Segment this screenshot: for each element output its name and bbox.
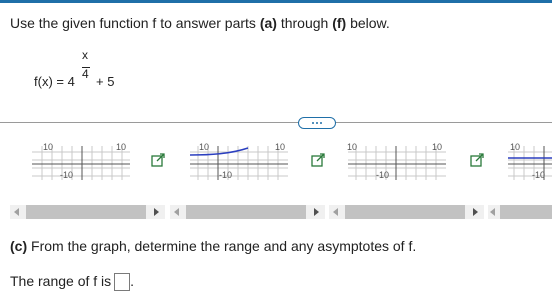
- instructions-text-end: below.: [346, 15, 390, 31]
- scrollbar-thumb[interactable]: [26, 205, 146, 219]
- graph-d-scrollbar[interactable]: [488, 205, 552, 219]
- show-more-button[interactable]: [298, 117, 336, 129]
- scrollbar-thumb[interactable]: [345, 205, 465, 219]
- ellipsis-icon: [312, 122, 314, 124]
- scroll-right-arrow-icon[interactable]: [314, 208, 319, 216]
- part-c-label: (c): [10, 238, 28, 254]
- function-lhs: f(x) = 4: [34, 74, 75, 89]
- scrollbar-thumb[interactable]: [186, 205, 306, 219]
- graph-a-tick-bottom: -10: [60, 170, 74, 180]
- range-answer-input[interactable]: [114, 273, 131, 291]
- expand-icon: [470, 153, 484, 167]
- scrollbar-thumb[interactable]: [500, 205, 552, 219]
- part-a-label: (a): [259, 15, 277, 31]
- function-constant: + 5: [96, 74, 115, 89]
- part-c-text: From the graph, determine the range and …: [27, 238, 417, 254]
- graph-c-scrollbar[interactable]: [329, 205, 484, 219]
- graph-c-tick-bottom: -10: [376, 170, 390, 180]
- graph-d-tick-top: 10: [510, 142, 521, 152]
- ellipsis-icon: [320, 122, 322, 124]
- range-answer-line: The range of f is.: [10, 273, 134, 291]
- part-f-label: (f): [332, 15, 347, 31]
- graph-b-tick-top: 10: [199, 142, 210, 152]
- top-accent-bar: [0, 0, 552, 3]
- graph-c-tick-top: 10: [347, 142, 358, 152]
- exponent-denominator: 4: [82, 67, 89, 81]
- scroll-right-arrow-icon[interactable]: [154, 208, 159, 216]
- scroll-left-arrow-icon[interactable]: [14, 208, 19, 216]
- section-divider: [0, 122, 552, 123]
- graph-a-scrollbar[interactable]: [10, 205, 165, 219]
- scroll-right-arrow-icon[interactable]: [473, 208, 478, 216]
- graph-a-tick-right: 10: [116, 142, 127, 152]
- scroll-left-arrow-icon[interactable]: [333, 208, 338, 216]
- instructions: Use the given function f to answer parts…: [10, 15, 390, 31]
- graph-d-tick-bottom: -10: [532, 170, 546, 180]
- graph-c-tick-right: 10: [432, 142, 443, 152]
- scroll-left-arrow-icon[interactable]: [490, 208, 495, 216]
- graph-a-tick-top: 10: [43, 142, 54, 152]
- instructions-text: Use the given function f to answer parts: [10, 15, 260, 31]
- instructions-text-middle: through: [276, 15, 333, 31]
- expand-graph-b-button[interactable]: [311, 153, 325, 167]
- part-c-question: (c) From the graph, determine the range …: [10, 238, 416, 254]
- ellipsis-icon: [316, 122, 318, 124]
- exponent-numerator: x: [82, 48, 88, 62]
- graph-b-scrollbar[interactable]: [170, 205, 325, 219]
- expand-graph-c-button[interactable]: [470, 153, 484, 167]
- graph-b-tick-right: 10: [275, 142, 286, 152]
- expand-icon: [151, 153, 165, 167]
- graph-b-tick-bottom: -10: [219, 170, 233, 180]
- expand-icon: [311, 153, 325, 167]
- expand-graph-a-button[interactable]: [151, 153, 165, 167]
- scroll-left-arrow-icon[interactable]: [174, 208, 179, 216]
